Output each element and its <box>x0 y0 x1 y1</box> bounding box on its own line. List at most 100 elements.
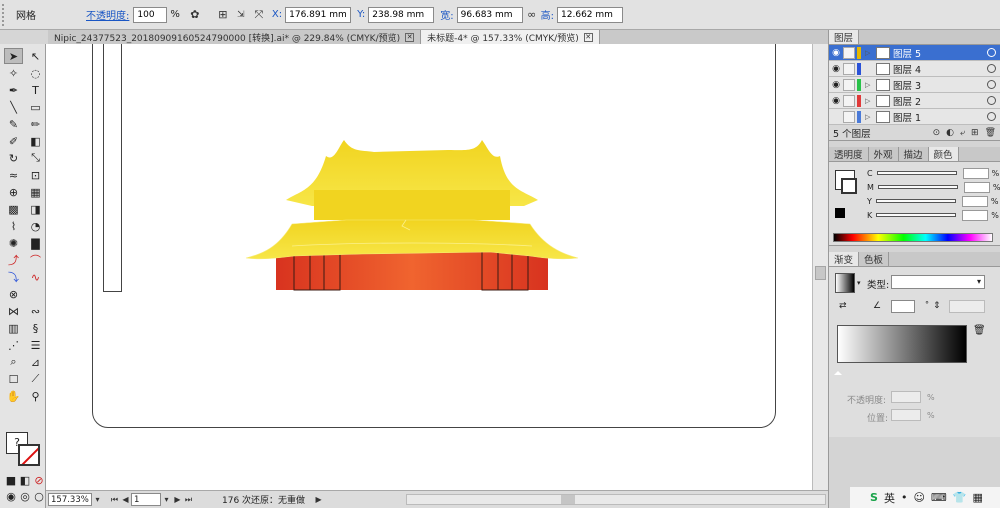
list-icon[interactable]: ☰ <box>26 337 45 353</box>
line-tool-icon[interactable]: ╲ <box>4 99 23 115</box>
blob-brush-icon[interactable]: ✐ <box>4 133 23 149</box>
none-mode-icon[interactable]: ⊘ <box>34 472 44 488</box>
prev-artboard-icon[interactable]: ◀ <box>120 493 131 506</box>
vertical-scrollbar[interactable] <box>812 44 828 490</box>
pen-tool-icon[interactable]: ✒ <box>4 82 23 98</box>
gradient-angle-input[interactable] <box>891 300 915 313</box>
gradient-stop-slider[interactable] <box>834 367 967 375</box>
visibility-eye-icon[interactable]: ◉ <box>829 64 843 74</box>
mesh-tool-icon[interactable]: ▩ <box>4 201 23 217</box>
rotate-icon[interactable]: ↻ <box>4 150 23 166</box>
draw-inside-icon[interactable]: ○ <box>34 488 44 504</box>
crystallize-icon[interactable]: ⋰ <box>4 337 23 353</box>
new-layer-icon[interactable]: ⊞ <box>971 128 979 138</box>
tab-layers[interactable]: 图层 <box>829 30 860 44</box>
color-stroke-swatch[interactable] <box>841 178 857 194</box>
free-transform-icon[interactable]: ⊡ <box>26 167 45 183</box>
lock-toggle[interactable] <box>843 94 855 107</box>
last-artboard-icon[interactable]: ⏭ <box>183 493 194 506</box>
visibility-eye-icon[interactable]: ◉ <box>829 48 843 58</box>
vertical-strip-shape[interactable] <box>103 44 122 292</box>
status-menu-icon[interactable]: ▶ <box>313 493 324 506</box>
eyedropper-icon[interactable]: ⌇ <box>4 218 23 234</box>
aspect-ratio-icon[interactable]: ⇕ <box>933 301 941 311</box>
black-swatch[interactable] <box>835 208 845 218</box>
lock-toggle[interactable] <box>843 62 855 75</box>
yellow-slider[interactable]: Y % <box>867 195 999 207</box>
pencil-icon[interactable]: ✏ <box>26 116 45 132</box>
first-artboard-icon[interactable]: ⏮ <box>109 493 120 506</box>
draw-behind-icon[interactable]: ◎ <box>20 488 30 504</box>
tab-appearance[interactable]: 外观 <box>869 147 899 161</box>
lower-roof[interactable] <box>245 219 579 260</box>
transform-arrows-icon[interactable]: ⇲ <box>232 6 250 24</box>
measure-icon[interactable]: ⊿ <box>26 354 45 370</box>
expand-triangle-icon[interactable]: ▷ <box>865 97 873 105</box>
layer-target-icon[interactable] <box>987 80 996 89</box>
ime-emoji-icon[interactable]: ☺ <box>913 491 924 504</box>
tab-swatches[interactable]: 色板 <box>859 252 890 266</box>
close-icon[interactable]: ✕ <box>583 32 593 42</box>
layer-row[interactable]: ◉ ▷ 图层 5 <box>829 45 1000 61</box>
reference-point-icon[interactable]: ⊞ <box>214 6 232 24</box>
new-sublayer-icon[interactable]: ⤶ <box>960 128 965 138</box>
tab-nipic[interactable]: Nipic_24377523_20180909160524790000 [转换]… <box>48 30 422 44</box>
column-graph-icon[interactable]: ▇ <box>26 235 45 251</box>
artboard-select[interactable]: 1 <box>131 493 161 506</box>
close-icon[interactable]: ✕ <box>405 32 415 42</box>
selection-tool-icon[interactable]: ➤ <box>4 48 23 64</box>
layer-row[interactable]: ▷ 图层 1 <box>829 109 1000 125</box>
delete-layer-icon[interactable]: 🗑 <box>985 128 996 138</box>
layer-row[interactable]: ◉ 图层 4 <box>829 61 1000 77</box>
red-wave-icon[interactable]: ∿ <box>26 269 45 285</box>
perspective-grid-icon[interactable]: ▦ <box>26 184 45 200</box>
magic-wand-icon[interactable]: ✧ <box>4 65 23 81</box>
blend-tool-icon[interactable]: ◔ <box>26 218 45 234</box>
layer-name[interactable]: 图层 5 <box>893 46 987 60</box>
next-artboard-icon[interactable]: ▶ <box>172 493 183 506</box>
artboard-dropdown-icon[interactable]: ▾ <box>161 493 172 506</box>
width-tool-icon[interactable]: ≈ <box>4 167 23 183</box>
lasso-icon[interactable]: ◌ <box>26 65 45 81</box>
lock-toggle[interactable] <box>843 110 855 123</box>
bowtie-icon[interactable]: ⋈ <box>4 303 23 319</box>
x-label[interactable]: X: <box>272 9 282 20</box>
cyan-slider[interactable]: C % <box>867 167 999 179</box>
reverse-gradient-icon[interactable]: ⇄ <box>839 301 847 311</box>
blue-curve-icon[interactable]: ⤵ <box>4 269 23 285</box>
palace-illustration[interactable] <box>242 128 582 296</box>
eraser-icon[interactable]: ◧ <box>26 133 45 149</box>
height-label[interactable]: 高: <box>541 7 554 22</box>
artboard-tool-icon[interactable]: ☐ <box>4 371 23 387</box>
layer-name[interactable]: 图层 3 <box>893 78 987 92</box>
tab-color[interactable]: 颜色 <box>928 147 959 161</box>
fill-stroke-swatches[interactable]: ? <box>6 432 42 468</box>
zoom-select[interactable]: 157.33% <box>48 493 92 506</box>
gradient-preview-swatch[interactable] <box>835 273 855 293</box>
opacity-label[interactable]: 不透明度: <box>86 7 129 22</box>
expand-triangle-icon[interactable]: ▷ <box>865 49 873 57</box>
color-mode-icon[interactable]: ■ <box>6 472 16 488</box>
layer-row[interactable]: ◉ ▷ 图层 2 <box>829 93 1000 109</box>
magenta-slider[interactable]: M % <box>867 181 1000 193</box>
layer-target-icon[interactable] <box>987 48 996 57</box>
gradient-tool-icon[interactable]: ◨ <box>26 201 45 217</box>
stop-position-input[interactable] <box>891 409 921 421</box>
expand-triangle-icon[interactable]: ▷ <box>865 113 873 121</box>
tab-transparency[interactable]: 透明度 <box>829 147 869 161</box>
layer-name[interactable]: 图层 1 <box>893 110 987 124</box>
gradient-bar[interactable] <box>837 325 967 363</box>
tab-gradient[interactable]: 渐变 <box>829 252 860 266</box>
ime-logo-icon[interactable]: S <box>870 491 878 504</box>
symbol-sprayer-icon[interactable]: ✺ <box>4 235 23 251</box>
eyedropper-alt-icon[interactable]: ⌕ <box>4 354 23 370</box>
zoom-dropdown-icon[interactable]: ▾ <box>92 493 103 506</box>
tab-untitled-4[interactable]: 未标题-4* @ 157.33% (CMYK/预览) ✕ <box>421 30 600 44</box>
wave-icon[interactable]: ∾ <box>26 303 45 319</box>
horizontal-scrollbar[interactable] <box>406 494 826 505</box>
red-curve-alt-icon[interactable]: ⌒ <box>26 252 45 268</box>
lock-toggle[interactable] <box>843 46 855 59</box>
layer-row[interactable]: ◉ ▷ 图层 3 <box>829 77 1000 93</box>
gradient-mode-icon[interactable]: ◧ <box>20 472 30 488</box>
aspect-ratio-input[interactable] <box>949 300 985 313</box>
